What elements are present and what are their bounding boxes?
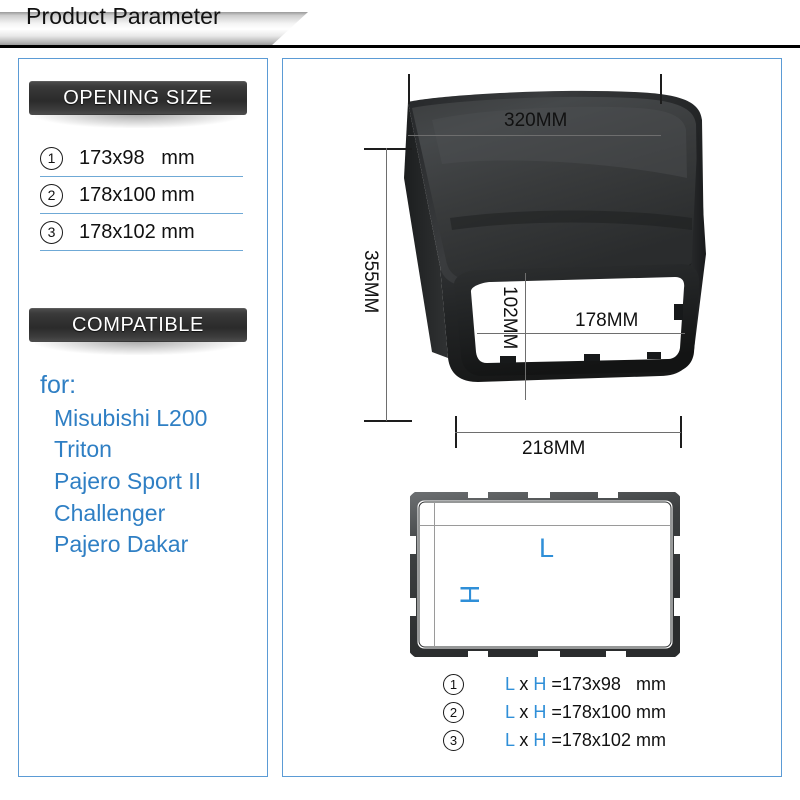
legend-x-symbol: x — [514, 729, 534, 750]
dim-tick-355-top — [364, 148, 412, 150]
compatible-model: Misubishi L200 — [54, 404, 208, 431]
compatible-plate: COMPATIBLE — [29, 308, 247, 355]
list-number-badge: 1 — [40, 146, 63, 170]
opening-size-plate-label: OPENING SIZE — [63, 87, 213, 109]
opening-size-row: 3 178x102 mm — [40, 214, 243, 251]
opening-size-value: 178x100 mm — [79, 183, 195, 206]
list-number-badge: 2 — [40, 183, 63, 207]
legend-row: 3 L x H =178x102 mm — [443, 726, 683, 754]
frame-diagram-svg — [410, 492, 680, 657]
opening-size-value: 173x98 mm — [79, 146, 195, 169]
dim-tick-320-right — [660, 74, 662, 104]
compatible-model: Pajero Sport II — [54, 467, 202, 494]
compatible-for-label: for: — [40, 371, 77, 399]
compatible-plate-label: COMPATIBLE — [72, 314, 204, 336]
dim-line-178 — [477, 333, 685, 335]
dim-label-102: 102MM — [499, 286, 520, 350]
dim-line-320 — [408, 135, 661, 137]
dim-label-355: 355MM — [360, 250, 381, 314]
legend-formula: L x H =178x102 mm — [475, 709, 666, 772]
compatible-model: Triton — [54, 436, 112, 463]
frame-legend-list: 1 L x H =173x98 mm 2 L x H =178x100 mm 3… — [443, 670, 683, 754]
frame-guide-horizontal — [419, 525, 671, 526]
header-divider — [0, 45, 800, 48]
legend-h-symbol: H — [533, 729, 547, 750]
dim-line-102 — [525, 273, 527, 400]
legend-l-symbol: L — [505, 729, 515, 750]
compatible-model: Pajero Dakar — [54, 531, 189, 558]
page-title: Product Parameter — [26, 3, 221, 29]
legend-number-badge: 3 — [443, 729, 464, 751]
dim-label-320: 320MM — [504, 110, 568, 131]
compatible-list: for: Misubishi L200 Triton Pajero Sport … — [40, 370, 250, 561]
opening-size-value: 178x102 mm — [79, 220, 195, 243]
frame-length-label: L — [539, 533, 555, 563]
legend-number-badge: 2 — [443, 701, 464, 723]
product-photo-area: 320MM 355MM 102MM 178MM 218MM — [282, 58, 782, 478]
dim-tick-320-left — [408, 74, 410, 104]
frame-inner-outline — [418, 501, 672, 648]
compatible-model: Challenger — [54, 499, 166, 526]
frame-guide-vertical — [434, 502, 435, 647]
opening-size-list: 1 173x98 mm 2 178x100 mm 3 178x102 mm — [40, 140, 243, 251]
opening-size-row: 2 178x100 mm — [40, 177, 243, 214]
frame-height-label: H — [454, 584, 485, 605]
dim-label-218: 218MM — [522, 438, 586, 459]
legend-number-badge: 1 — [443, 673, 464, 695]
frame-diagram: L H — [410, 492, 680, 657]
dim-label-178: 178MM — [575, 310, 639, 331]
dim-line-355 — [386, 148, 388, 421]
list-number-badge: 3 — [40, 220, 63, 244]
legend-value: =178x102 mm — [546, 729, 666, 750]
dim-tick-355-bottom — [364, 420, 412, 422]
opening-size-row: 1 173x98 mm — [40, 140, 243, 177]
opening-size-plate: OPENING SIZE — [29, 81, 247, 128]
dim-line-218 — [455, 432, 681, 434]
